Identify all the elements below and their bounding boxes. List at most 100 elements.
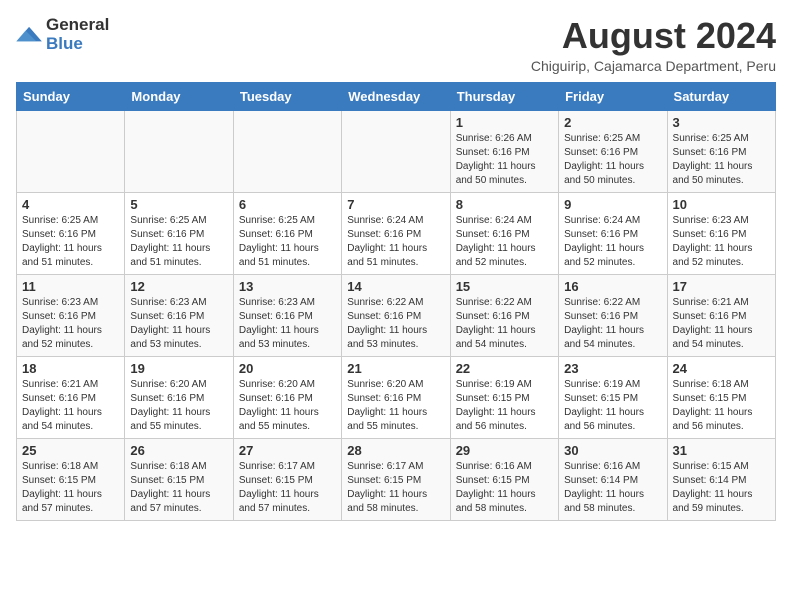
day-info: Sunrise: 6:20 AM Sunset: 6:16 PM Dayligh… <box>130 378 227 434</box>
day-info: Sunrise: 6:23 AM Sunset: 6:16 PM Dayligh… <box>130 296 227 352</box>
day-number: 12 <box>130 279 227 294</box>
day-number: 30 <box>564 443 661 458</box>
calendar-cell: 28 Sunrise: 6:17 AM Sunset: 6:15 PM Dayl… <box>342 438 450 520</box>
weekday-header: Thursday <box>450 82 558 110</box>
calendar-cell: 18 Sunrise: 6:21 AM Sunset: 6:16 PM Dayl… <box>17 356 125 438</box>
day-info: Sunrise: 6:20 AM Sunset: 6:16 PM Dayligh… <box>347 378 444 434</box>
calendar-cell: 24 Sunrise: 6:18 AM Sunset: 6:15 PM Dayl… <box>667 356 775 438</box>
day-info: Sunrise: 6:18 AM Sunset: 6:15 PM Dayligh… <box>130 460 227 516</box>
location-title: Chiguirip, Cajamarca Department, Peru <box>531 58 776 74</box>
day-number: 14 <box>347 279 444 294</box>
day-number: 10 <box>673 197 770 212</box>
day-number: 25 <box>22 443 119 458</box>
day-number: 9 <box>564 197 661 212</box>
day-number: 27 <box>239 443 336 458</box>
calendar-cell: 8 Sunrise: 6:24 AM Sunset: 6:16 PM Dayli… <box>450 192 558 274</box>
calendar-cell: 4 Sunrise: 6:25 AM Sunset: 6:16 PM Dayli… <box>17 192 125 274</box>
weekday-header: Tuesday <box>233 82 341 110</box>
day-info: Sunrise: 6:23 AM Sunset: 6:16 PM Dayligh… <box>22 296 119 352</box>
day-info: Sunrise: 6:16 AM Sunset: 6:14 PM Dayligh… <box>564 460 661 516</box>
day-number: 3 <box>673 115 770 130</box>
calendar-cell: 5 Sunrise: 6:25 AM Sunset: 6:16 PM Dayli… <box>125 192 233 274</box>
calendar-cell: 30 Sunrise: 6:16 AM Sunset: 6:14 PM Dayl… <box>559 438 667 520</box>
day-number: 31 <box>673 443 770 458</box>
day-number: 28 <box>347 443 444 458</box>
calendar-cell: 3 Sunrise: 6:25 AM Sunset: 6:16 PM Dayli… <box>667 110 775 192</box>
day-number: 15 <box>456 279 553 294</box>
weekday-header: Wednesday <box>342 82 450 110</box>
day-number: 6 <box>239 197 336 212</box>
calendar-cell: 25 Sunrise: 6:18 AM Sunset: 6:15 PM Dayl… <box>17 438 125 520</box>
day-info: Sunrise: 6:26 AM Sunset: 6:16 PM Dayligh… <box>456 132 553 188</box>
day-info: Sunrise: 6:24 AM Sunset: 6:16 PM Dayligh… <box>347 214 444 270</box>
title-block: August 2024 Chiguirip, Cajamarca Departm… <box>531 16 776 74</box>
day-info: Sunrise: 6:23 AM Sunset: 6:16 PM Dayligh… <box>239 296 336 352</box>
calendar-cell: 2 Sunrise: 6:25 AM Sunset: 6:16 PM Dayli… <box>559 110 667 192</box>
calendar-cell: 17 Sunrise: 6:21 AM Sunset: 6:16 PM Dayl… <box>667 274 775 356</box>
day-info: Sunrise: 6:18 AM Sunset: 6:15 PM Dayligh… <box>22 460 119 516</box>
calendar-cell: 26 Sunrise: 6:18 AM Sunset: 6:15 PM Dayl… <box>125 438 233 520</box>
day-info: Sunrise: 6:18 AM Sunset: 6:15 PM Dayligh… <box>673 378 770 434</box>
page-header: General Blue August 2024 Chiguirip, Caja… <box>16 16 776 74</box>
weekday-header: Saturday <box>667 82 775 110</box>
calendar-cell <box>17 110 125 192</box>
logo-blue: Blue <box>46 35 109 54</box>
day-number: 22 <box>456 361 553 376</box>
day-number: 20 <box>239 361 336 376</box>
logo-general: General <box>46 16 109 35</box>
calendar-cell: 15 Sunrise: 6:22 AM Sunset: 6:16 PM Dayl… <box>450 274 558 356</box>
day-info: Sunrise: 6:22 AM Sunset: 6:16 PM Dayligh… <box>564 296 661 352</box>
calendar-week-row: 1 Sunrise: 6:26 AM Sunset: 6:16 PM Dayli… <box>17 110 776 192</box>
calendar-week-row: 11 Sunrise: 6:23 AM Sunset: 6:16 PM Dayl… <box>17 274 776 356</box>
day-number: 21 <box>347 361 444 376</box>
calendar-cell: 10 Sunrise: 6:23 AM Sunset: 6:16 PM Dayl… <box>667 192 775 274</box>
calendar-cell <box>125 110 233 192</box>
day-number: 24 <box>673 361 770 376</box>
day-info: Sunrise: 6:25 AM Sunset: 6:16 PM Dayligh… <box>239 214 336 270</box>
day-info: Sunrise: 6:25 AM Sunset: 6:16 PM Dayligh… <box>673 132 770 188</box>
weekday-header: Friday <box>559 82 667 110</box>
day-info: Sunrise: 6:17 AM Sunset: 6:15 PM Dayligh… <box>239 460 336 516</box>
day-info: Sunrise: 6:25 AM Sunset: 6:16 PM Dayligh… <box>130 214 227 270</box>
day-number: 4 <box>22 197 119 212</box>
day-number: 5 <box>130 197 227 212</box>
day-info: Sunrise: 6:25 AM Sunset: 6:16 PM Dayligh… <box>22 214 119 270</box>
calendar-cell <box>342 110 450 192</box>
calendar-cell: 20 Sunrise: 6:20 AM Sunset: 6:16 PM Dayl… <box>233 356 341 438</box>
calendar-cell <box>233 110 341 192</box>
day-info: Sunrise: 6:25 AM Sunset: 6:16 PM Dayligh… <box>564 132 661 188</box>
day-number: 11 <box>22 279 119 294</box>
calendar-cell: 13 Sunrise: 6:23 AM Sunset: 6:16 PM Dayl… <box>233 274 341 356</box>
calendar-cell: 12 Sunrise: 6:23 AM Sunset: 6:16 PM Dayl… <box>125 274 233 356</box>
weekday-header: Sunday <box>17 82 125 110</box>
calendar-cell: 9 Sunrise: 6:24 AM Sunset: 6:16 PM Dayli… <box>559 192 667 274</box>
calendar-cell: 27 Sunrise: 6:17 AM Sunset: 6:15 PM Dayl… <box>233 438 341 520</box>
day-number: 29 <box>456 443 553 458</box>
day-number: 16 <box>564 279 661 294</box>
day-info: Sunrise: 6:16 AM Sunset: 6:15 PM Dayligh… <box>456 460 553 516</box>
day-info: Sunrise: 6:20 AM Sunset: 6:16 PM Dayligh… <box>239 378 336 434</box>
day-info: Sunrise: 6:19 AM Sunset: 6:15 PM Dayligh… <box>564 378 661 434</box>
day-number: 8 <box>456 197 553 212</box>
day-info: Sunrise: 6:23 AM Sunset: 6:16 PM Dayligh… <box>673 214 770 270</box>
day-info: Sunrise: 6:24 AM Sunset: 6:16 PM Dayligh… <box>564 214 661 270</box>
calendar-cell: 31 Sunrise: 6:15 AM Sunset: 6:14 PM Dayl… <box>667 438 775 520</box>
day-number: 26 <box>130 443 227 458</box>
month-title: August 2024 <box>531 16 776 56</box>
calendar-cell: 23 Sunrise: 6:19 AM Sunset: 6:15 PM Dayl… <box>559 356 667 438</box>
day-number: 1 <box>456 115 553 130</box>
day-info: Sunrise: 6:22 AM Sunset: 6:16 PM Dayligh… <box>456 296 553 352</box>
calendar-header-row: SundayMondayTuesdayWednesdayThursdayFrid… <box>17 82 776 110</box>
day-number: 18 <box>22 361 119 376</box>
calendar-week-row: 4 Sunrise: 6:25 AM Sunset: 6:16 PM Dayli… <box>17 192 776 274</box>
weekday-header: Monday <box>125 82 233 110</box>
calendar-cell: 19 Sunrise: 6:20 AM Sunset: 6:16 PM Dayl… <box>125 356 233 438</box>
day-info: Sunrise: 6:19 AM Sunset: 6:15 PM Dayligh… <box>456 378 553 434</box>
day-number: 19 <box>130 361 227 376</box>
logo-icon <box>16 25 44 45</box>
day-info: Sunrise: 6:21 AM Sunset: 6:16 PM Dayligh… <box>673 296 770 352</box>
day-info: Sunrise: 6:17 AM Sunset: 6:15 PM Dayligh… <box>347 460 444 516</box>
calendar-cell: 21 Sunrise: 6:20 AM Sunset: 6:16 PM Dayl… <box>342 356 450 438</box>
calendar-cell: 1 Sunrise: 6:26 AM Sunset: 6:16 PM Dayli… <box>450 110 558 192</box>
day-info: Sunrise: 6:24 AM Sunset: 6:16 PM Dayligh… <box>456 214 553 270</box>
